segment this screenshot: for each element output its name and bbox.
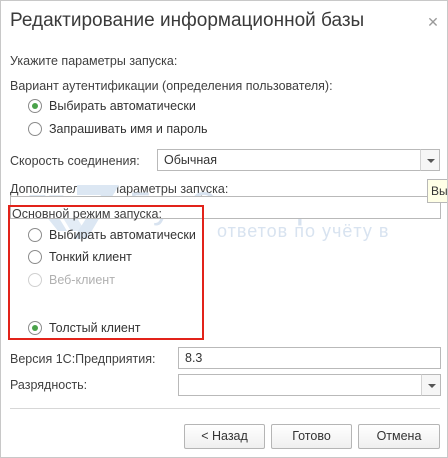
done-button[interactable]: Готово xyxy=(271,424,352,449)
radio-checked-icon xyxy=(28,321,42,335)
auth-radio-auto-label: Выбирать автоматически xyxy=(49,99,196,113)
back-button[interactable]: < Назад xyxy=(184,424,265,449)
auth-radio-password[interactable]: Запрашивать имя и пароль xyxy=(28,122,208,136)
bitness-label: Разрядность: xyxy=(10,378,88,392)
cancel-button[interactable]: Отмена xyxy=(358,424,440,449)
mode-radio-web: Веб-клиент xyxy=(28,273,115,287)
mode-radio-web-label: Веб-клиент xyxy=(49,273,115,287)
launch-mode-label: Основной режим запуска: xyxy=(12,207,162,221)
connection-speed-label: Скорость соединения: xyxy=(10,154,140,168)
divider xyxy=(10,408,440,409)
auth-radio-auto[interactable]: Выбирать автоматически xyxy=(28,99,196,113)
radio-unchecked-icon xyxy=(28,250,42,264)
radio-unchecked-icon xyxy=(28,228,42,242)
close-icon[interactable]: ✕ xyxy=(426,15,440,29)
dialog-title: Редактирование информационной базы xyxy=(10,10,365,31)
launch-params-label: Укажите параметры запуска: xyxy=(10,54,178,68)
mode-radio-auto[interactable]: Выбирать автоматически xyxy=(28,228,196,242)
dialog-window: Редактирование информационной базы ✕ Ука… xyxy=(0,0,448,458)
mode-radio-thin-client[interactable]: Тонкий клиент xyxy=(28,250,132,264)
extra-params-label: Дополнительные параметры запуска: xyxy=(10,182,229,196)
chevron-down-icon[interactable] xyxy=(421,374,441,396)
version-label: Версия 1С:Предприятия: xyxy=(10,352,156,366)
connection-speed-select[interactable]: Обычная xyxy=(157,149,421,171)
tooltip: Вы xyxy=(427,179,447,203)
mode-radio-auto-label: Выбирать автоматически xyxy=(49,228,196,242)
watermark-sub-text: ответов по учёту в xyxy=(217,221,390,241)
mode-radio-thick-client[interactable]: Толстый клиент xyxy=(28,321,141,335)
mode-radio-thick-client-label: Толстый клиент xyxy=(49,321,141,335)
radio-checked-icon xyxy=(28,99,42,113)
auth-radio-password-label: Запрашивать имя и пароль xyxy=(49,122,208,136)
radio-unchecked-icon xyxy=(28,122,42,136)
radio-disabled-icon xyxy=(28,273,42,287)
auth-label: Вариант аутентификации (определения поль… xyxy=(10,79,333,93)
version-input[interactable]: 8.3 xyxy=(178,347,441,369)
mode-radio-thin-client-label: Тонкий клиент xyxy=(49,250,132,264)
chevron-down-icon[interactable] xyxy=(420,149,440,171)
bitness-select[interactable] xyxy=(178,374,422,396)
